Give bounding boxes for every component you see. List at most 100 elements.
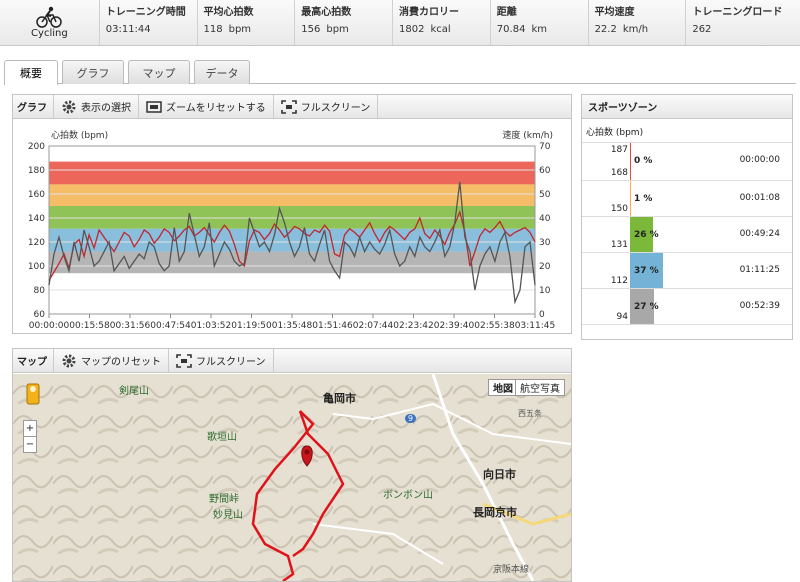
left-axis-title: 心拍数 (bpm) — [51, 131, 109, 141]
x-tick-label: 01:19:50 — [231, 321, 272, 331]
zones-panel-title: スポーツゾーン — [582, 95, 792, 119]
cyclist-icon — [36, 6, 63, 28]
stat-label: 最高心拍数 — [301, 7, 352, 18]
stat-value: 1802 kcal — [399, 24, 451, 35]
map-type-map-button[interactable]: 地図 — [488, 379, 517, 396]
button-label: ズームをリセットする — [166, 103, 266, 114]
zones-list: 187 168 0 % 00:00:00 150 1 % 00:01:08 131 26 % 00… — [582, 143, 792, 325]
stat-label: トレーニングロード — [692, 7, 783, 18]
zoom-reset-icon — [146, 100, 162, 113]
map-place-label: 剣尾山 — [119, 386, 149, 397]
zone-percent: 0 % — [634, 156, 653, 166]
button-label: フルスクリーン — [196, 357, 266, 368]
select-display-button[interactable]: 表示の選択 — [54, 95, 139, 118]
map-place-label: 京阪本線 — [493, 565, 530, 575]
tab-graph[interactable]: グラフ — [62, 60, 124, 84]
zone-time: 00:52:39 — [739, 301, 780, 311]
zone-band — [49, 251, 535, 274]
y2-tick-label: 60 — [539, 166, 551, 176]
stat-value: 70.84 km — [496, 24, 547, 35]
zone-bar — [630, 181, 631, 216]
x-tick-label: 02:07:44 — [353, 321, 394, 331]
x-tick-label: 01:51:46 — [312, 321, 353, 331]
stat-training-load: トレーニングロード 262 — [686, 0, 800, 45]
zone-low: 150 — [610, 204, 628, 214]
x-tick-label: 00:00:00 — [29, 321, 70, 331]
map-view[interactable]: 地図 航空写真 + − 剣尾山 亀岡市 歌垣山 野間峠 妙見山 ボンボン山 向日… — [13, 374, 571, 581]
map-place-label: 西五条 — [518, 409, 542, 418]
stat-label: 距離 — [496, 7, 517, 18]
zone-percent: 37 % — [634, 266, 659, 276]
map-place-label: 長岡京市 — [473, 506, 517, 519]
chart-area[interactable]: 心拍数 (bpm) 速度 (km/h) 60 80 100 120 140 160 180 2… — [13, 120, 571, 332]
button-label: フルスクリーン — [300, 103, 371, 114]
zone-row: 150 1 % 00:01:08 — [582, 181, 792, 217]
y-tick-label: 180 — [28, 166, 45, 176]
fullscreen-button[interactable]: フルスクリーン — [274, 95, 379, 118]
zone-high: 187 — [610, 145, 628, 155]
map-toolbar: マップ マップのリセット フルスクリーン — [13, 349, 571, 373]
tab-overview[interactable]: 概要 — [4, 60, 58, 85]
zone-band — [49, 161, 535, 185]
route-shield: 9 — [405, 414, 417, 423]
zone-row: 131 26 % 00:49:24 — [582, 217, 792, 253]
tab-map[interactable]: マップ — [128, 60, 190, 84]
map-panel-title: マップ — [13, 349, 54, 372]
stat-value: 22.2 km/h — [594, 24, 649, 35]
fullscreen-icon — [280, 99, 297, 114]
zones-caption: 心拍数 (bpm) — [582, 119, 792, 143]
hr-speed-chart[interactable]: 60 80 100 120 140 160 180 200 0 10 20 30 40 50 60 70 00:… — [13, 120, 571, 332]
zoom-in-button[interactable]: + — [23, 420, 37, 437]
stat-label: トレーニング時間 — [105, 7, 186, 18]
stat-value: 118 bpm — [203, 24, 252, 35]
button-label: 表示の選択 — [81, 103, 131, 114]
zoom-out-button[interactable]: − — [23, 436, 37, 453]
stat-avg-hr: 平均心拍数 118 bpm — [198, 0, 296, 45]
stat-max-hr: 最高心拍数 156 bpm — [295, 0, 394, 45]
zone-low: 112 — [610, 276, 628, 286]
reset-zoom-button[interactable]: ズームをリセットする — [139, 95, 274, 118]
button-label: マップのリセット — [81, 357, 161, 368]
map-place-label: 歌垣山 — [207, 432, 237, 443]
zone-row: 187 168 0 % 00:00:00 — [582, 143, 792, 181]
y2-tick-label: 20 — [539, 262, 551, 272]
y-tick-label: 140 — [28, 214, 45, 224]
stat-distance: 距離 70.84 km — [491, 0, 589, 45]
map-place-label: 野間峠 — [209, 494, 239, 505]
x-tick-label: 03:11:45 — [515, 321, 555, 331]
sport-label: Cycling — [31, 28, 68, 39]
zone-low: 94 — [616, 312, 628, 322]
stat-value: 03:11:44 — [105, 24, 151, 35]
gear-icon — [62, 100, 76, 113]
map-panel: マップ マップのリセット フルスクリーン 地図 航空写真 + − 剣尾山 亀岡市… — [12, 348, 572, 582]
y2-tick-label: 30 — [539, 238, 551, 248]
stat-calories: 消費カロリー 1802 kcal — [393, 0, 491, 45]
map-place-label: 向日市 — [483, 468, 516, 481]
y-tick-label: 60 — [34, 310, 46, 320]
map-type-satellite-button[interactable]: 航空写真 — [515, 379, 565, 396]
right-axis-title: 速度 (km/h) — [502, 131, 553, 141]
y2-tick-label: 40 — [539, 214, 551, 224]
zone-percent: 27 % — [634, 302, 659, 312]
stat-label: 平均速度 — [594, 7, 635, 18]
y-tick-label: 100 — [28, 262, 45, 272]
y2-tick-label: 10 — [539, 286, 551, 296]
stat-avg-speed: 平均速度 22.2 km/h — [589, 0, 687, 45]
zone-low: 131 — [610, 240, 628, 250]
zone-time: 00:00:00 — [739, 155, 780, 165]
reset-map-button[interactable]: マップのリセット — [54, 349, 169, 372]
fullscreen-icon — [176, 353, 192, 368]
zone-bar — [630, 143, 631, 180]
map-place-label: 妙見山 — [213, 510, 243, 521]
x-tick-label: 02:39:40 — [434, 321, 475, 331]
map-fullscreen-button[interactable]: フルスクリーン — [169, 349, 274, 372]
y-tick-label: 160 — [28, 190, 45, 200]
x-tick-label: 00:31:56 — [110, 321, 151, 331]
y-tick-label: 200 — [28, 142, 45, 152]
stat-label: 平均心拍数 — [203, 7, 254, 18]
summary-bar: Cycling トレーニング時間 03:11:44 平均心拍数 118 bpm 最… — [0, 0, 800, 46]
sport-badge: Cycling — [0, 0, 100, 45]
tab-data[interactable]: データ — [194, 60, 250, 84]
zones-panel: スポーツゾーン 心拍数 (bpm) 187 168 0 % 00:00:00 150 1 … — [581, 94, 793, 340]
y-tick-label: 80 — [34, 286, 46, 296]
